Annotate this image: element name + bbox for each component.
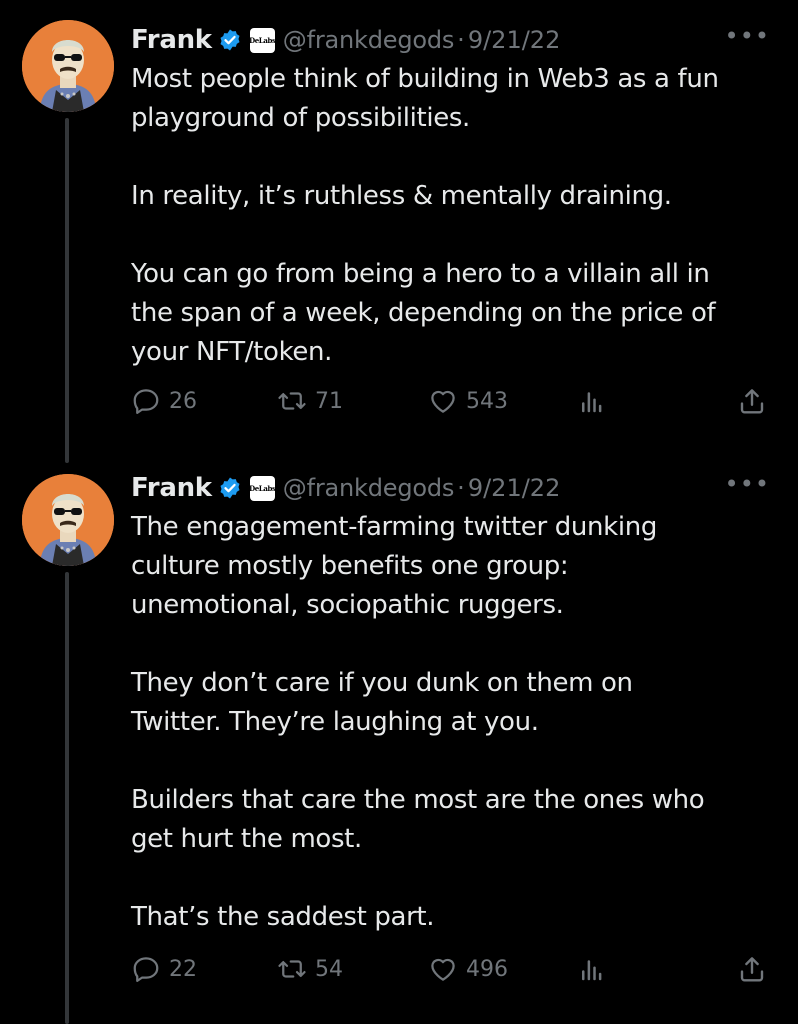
like-count: 543: [466, 388, 508, 414]
retweet-icon: [278, 392, 306, 410]
tweet[interactable]: Frank DeLabs @frankdegods · 9/21/22 ••• …: [0, 460, 798, 1024]
paragraph-line: Twitter. They’re laughing at you.: [131, 707, 539, 737]
retweet-icon: [278, 960, 306, 978]
tweet-actions: 22 54 496: [131, 954, 770, 994]
display-name[interactable]: Frank: [131, 25, 212, 55]
more-horizontal-icon[interactable]: •••: [725, 22, 770, 50]
paragraph-line: Most people think of building in Web3 as…: [131, 64, 719, 94]
share-button[interactable]: [737, 386, 767, 416]
paragraph-line: your NFT/token.: [131, 337, 333, 367]
paragraph-line: get hurt the most.: [131, 824, 362, 854]
analytics-button[interactable]: [577, 386, 607, 416]
avatar[interactable]: [22, 20, 114, 112]
like-button[interactable]: 543: [428, 386, 508, 416]
verified-badge-icon: [218, 476, 242, 500]
tweet-date[interactable]: 9/21/22: [468, 26, 561, 54]
retweet-button[interactable]: 71: [277, 386, 343, 416]
retweet-count: 71: [315, 388, 343, 414]
tweet-actions: 26 71 543: [131, 386, 770, 426]
display-name[interactable]: Frank: [131, 473, 212, 503]
reply-icon: [133, 389, 159, 414]
heart-icon: [431, 390, 455, 413]
share-icon: [740, 957, 764, 982]
separator-dot: ·: [457, 474, 465, 502]
paragraph-line: playground of possibilities.: [131, 103, 470, 133]
tweet-content: Frank DeLabs @frankdegods · 9/21/22 ••• …: [131, 20, 770, 372]
tweet-text: Most people think of building in Web3 as…: [131, 60, 770, 372]
reply-icon: [133, 957, 159, 982]
more-horizontal-icon[interactable]: •••: [725, 470, 770, 498]
paragraph-line: culture mostly benefits one group:: [131, 551, 569, 581]
like-count: 496: [466, 956, 508, 982]
tweet-header: Frank DeLabs @frankdegods · 9/21/22 •••: [131, 20, 770, 60]
reply-count: 22: [169, 956, 197, 982]
tweet-content: Frank DeLabs @frankdegods · 9/21/22 ••• …: [131, 468, 770, 937]
verified-badge-icon: [218, 28, 242, 52]
reply-button[interactable]: 22: [131, 954, 197, 984]
paragraph-line: the span of a week, depending on the pri…: [131, 298, 716, 328]
user-handle[interactable]: @frankdegods: [283, 474, 455, 502]
paragraph-line: They don’t care if you dunk on them on: [131, 668, 633, 698]
paragraph-line: The engagement-farming twitter dunking: [131, 512, 657, 542]
retweet-button[interactable]: 54: [277, 954, 343, 984]
paragraph-line: In reality, it’s ruthless & mentally dra…: [131, 181, 672, 211]
avatar-image: [22, 474, 114, 566]
paragraph-line: unemotional, sociopathic ruggers.: [131, 590, 564, 620]
avatar-image: [22, 20, 114, 112]
paragraph-line: You can go from being a hero to a villai…: [131, 259, 710, 289]
affiliation-badge[interactable]: DeLabs: [249, 27, 275, 53]
tweet[interactable]: Frank DeLabs @frankdegods · 9/21/22 ••• …: [0, 0, 798, 460]
analytics-icon: [582, 392, 602, 413]
affiliation-badge[interactable]: DeLabs: [249, 475, 275, 501]
tweet-date[interactable]: 9/21/22: [468, 474, 561, 502]
retweet-count: 54: [315, 956, 343, 982]
reply-count: 26: [169, 388, 197, 414]
paragraph-line: Builders that care the most are the ones…: [131, 785, 705, 815]
like-button[interactable]: 496: [428, 954, 508, 984]
avatar[interactable]: [22, 474, 114, 566]
paragraph-line: That’s the saddest part.: [131, 902, 435, 932]
tweet-text: The engagement-farming twitter dunking c…: [131, 508, 770, 937]
heart-icon: [431, 958, 455, 981]
share-icon: [740, 389, 764, 414]
analytics-icon: [582, 960, 602, 981]
tweet-header: Frank DeLabs @frankdegods · 9/21/22 •••: [131, 468, 770, 508]
analytics-button[interactable]: [577, 954, 607, 984]
reply-button[interactable]: 26: [131, 386, 197, 416]
separator-dot: ·: [457, 26, 465, 54]
user-handle[interactable]: @frankdegods: [283, 26, 455, 54]
share-button[interactable]: [737, 954, 767, 984]
